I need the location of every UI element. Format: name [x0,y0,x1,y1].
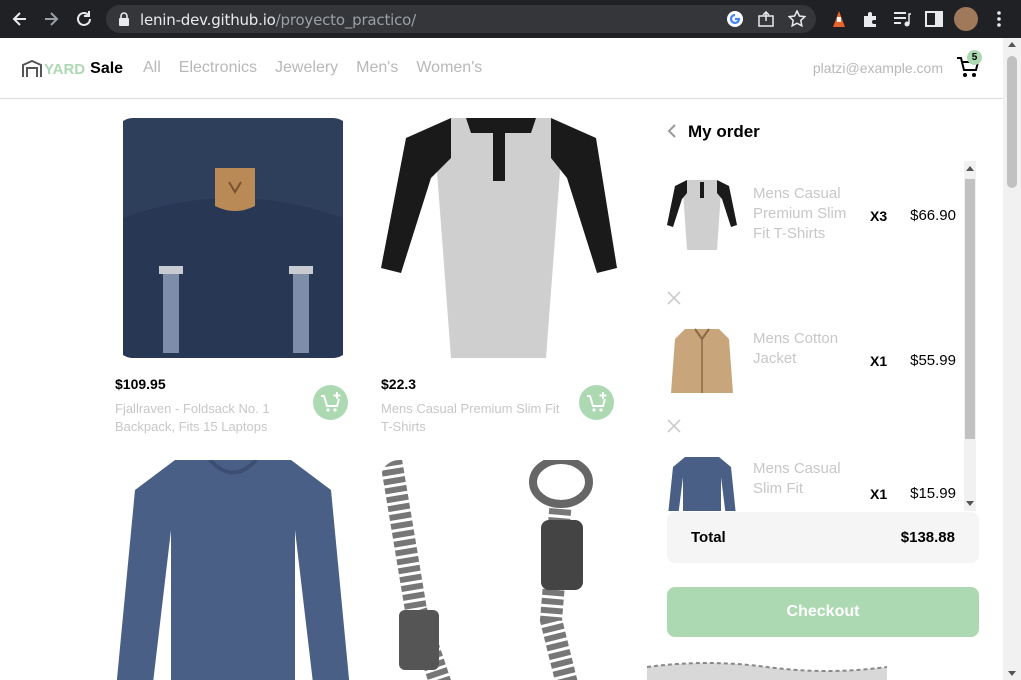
total-amount: $138.88 [900,529,955,546]
back-chevron-icon[interactable] [667,124,677,143]
order-item-price: $15.99 [910,485,956,502]
order-item-qty: X1 [870,486,888,502]
media-queue-icon[interactable] [892,9,912,29]
category-nav: All Electronics Jewelery Men's Women's [143,59,482,77]
puzzle-extensions-icon[interactable] [861,9,881,29]
order-item-qty: X1 [870,353,888,369]
product-name[interactable]: Mens Casual Premium Slim Fit T-Shirts [381,400,566,436]
order-item-name: Mens Casual Slim Fit [753,460,841,497]
product-image-bracelet[interactable] [381,460,617,680]
product-card [115,460,351,680]
my-order-panel: My order Mens Casual Premium Slim Fit T-… [667,38,979,680]
page-scrollbar-thumb[interactable] [1007,56,1017,188]
checkout-button[interactable]: Checkout [667,587,979,637]
order-item: Mens Cotton Jacket X1 $55.99 [667,325,962,417]
order-total: Total $138.88 [667,512,979,563]
order-item-qty: X3 [870,208,888,224]
order-item-price: $66.90 [910,207,956,224]
add-to-cart-icon [587,392,607,412]
add-to-cart-button[interactable] [579,385,614,420]
total-label: Total [691,529,726,546]
order-item: Mens Casual Premium Slim Fit T-Shirts X3… [667,180,962,272]
reload-icon[interactable] [74,9,94,33]
product-card [381,460,617,680]
side-panel-icon[interactable] [924,9,944,29]
product-name[interactable]: Fjallraven - Foldsack No. 1 Backpack, Fi… [115,400,300,436]
scroll-down-arrow-icon[interactable] [966,501,974,506]
order-item: Mens Casual Slim Fit X1 $15.99 [667,455,962,511]
nav-link-womens[interactable]: Women's [416,59,482,77]
order-item-image [667,180,737,250]
remove-item-icon[interactable] [667,419,681,433]
url-text: lenin-dev.github.io/proyecto_practico/ [140,11,416,29]
back-arrow-icon[interactable] [10,9,30,33]
product-card: $22.3 Mens Casual Premium Slim Fit T-Shi… [381,118,617,434]
bookmark-star-icon[interactable] [788,10,806,28]
order-item-image [667,325,737,395]
scroll-up-arrow-icon[interactable] [966,166,974,171]
product-card: $109.95 Fjallraven - Foldsack No. 1 Back… [115,118,351,434]
order-list-scrollbar[interactable] [964,161,976,511]
order-item-name: Mens Cotton Jacket [753,330,839,367]
nav-link-jewelery[interactable]: Jewelery [275,59,338,77]
address-bar[interactable]: lenin-dev.github.io/proyecto_practico/ [106,5,816,33]
nav-link-mens[interactable]: Men's [356,59,398,77]
product-price: $109.95 [115,376,166,392]
remove-item-icon[interactable] [667,291,681,305]
product-image-tshirt[interactable] [381,118,617,358]
logo-yard-text: YARD [44,60,86,78]
share-icon[interactable] [758,11,774,27]
page-scroll-down-icon[interactable] [1008,671,1016,676]
order-title: My order [688,122,760,141]
profile-avatar[interactable] [954,7,978,31]
page-scrollbar[interactable] [1003,38,1021,680]
nav-link-electronics[interactable]: Electronics [179,59,257,77]
order-item-image [667,455,737,511]
scrollbar-thumb[interactable] [965,179,975,439]
google-icon[interactable] [726,10,744,28]
lock-icon [119,12,129,26]
web-page: YARD Sale All Electronics Jewelery Men's… [0,38,1003,680]
forward-arrow-icon[interactable] [41,9,61,33]
product-image-backpack[interactable] [115,118,351,358]
logo-sale-text: Sale [90,60,124,77]
site-logo[interactable]: YARD Sale [22,58,123,80]
product-image-longsleeve[interactable] [115,460,351,680]
yard-sale-logo-icon [22,60,42,77]
nav-link-all[interactable]: All [143,59,161,77]
order-item-price: $55.99 [910,352,956,369]
product-price: $22.3 [381,376,417,392]
order-item-name: Mens Casual Premium Slim Fit T-Shirts [753,185,847,242]
extension-fox-icon[interactable] [829,9,849,29]
add-to-cart-button[interactable] [313,385,348,420]
browser-toolbar: lenin-dev.github.io/proyecto_practico/ [0,0,1021,38]
page-scroll-up-icon[interactable] [1008,42,1016,47]
product-image-partial [647,661,887,680]
kebab-menu-icon[interactable] [989,9,1009,29]
add-to-cart-icon [321,392,341,412]
order-items-list[interactable]: Mens Casual Premium Slim Fit T-Shirts X3… [667,161,979,511]
